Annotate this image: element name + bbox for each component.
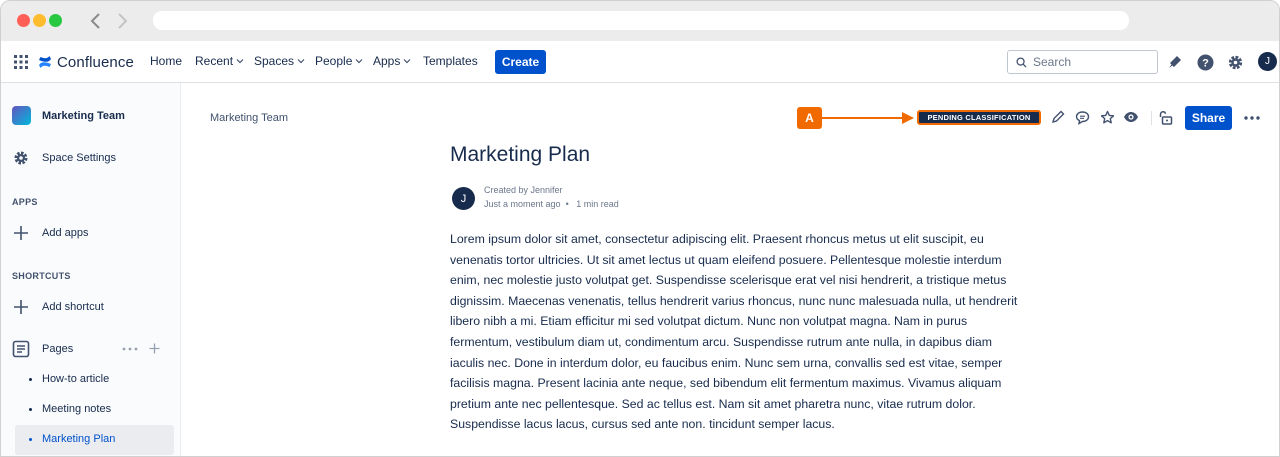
body-line: libero nibh a mi. Etiam efficitur mi sed… [450, 314, 968, 329]
body-line: Suspendisse lacus lacus, cursus sed ante… [450, 417, 835, 432]
share-button[interactable]: Share [1185, 106, 1232, 130]
body-line: pretium ante nec pellentesque. Sed ac te… [450, 396, 976, 411]
nav-templates[interactable]: Templates [423, 54, 478, 68]
body-line: Lorem ipsum dolor sit amet, consectetur … [450, 232, 984, 246]
sidebar: Marketing Team Space Settings APPS Add a… [1, 83, 181, 456]
search-input[interactable]: Search [1007, 50, 1158, 74]
page-tree-item[interactable]: How-to article [42, 373, 109, 385]
confluence-logo-icon [39, 56, 51, 68]
plus-icon [14, 226, 28, 240]
add-page-plus-icon[interactable] [149, 343, 160, 354]
create-button[interactable]: Create [495, 50, 546, 74]
bullet-icon [29, 438, 32, 441]
page-meta: Just a moment ago • 1 min read [484, 199, 619, 209]
nav-spaces-label: Spaces [254, 54, 295, 68]
confluence-logo[interactable]: Confluence [38, 53, 134, 71]
forward-arrow-icon[interactable] [111, 11, 131, 31]
star-icon[interactable] [1098, 108, 1116, 126]
comment-icon[interactable] [1073, 108, 1091, 126]
page-tree-item[interactable]: Marketing Plan [42, 433, 115, 445]
settings-gear-icon [14, 151, 28, 165]
sidebar-item-add-shortcut[interactable]: Add shortcut [42, 301, 104, 313]
space-avatar[interactable] [12, 106, 31, 125]
plus-icon [14, 300, 28, 314]
chevron-down-icon [355, 59, 363, 64]
edit-pencil-icon[interactable] [1049, 108, 1067, 126]
body-line: fermentum, vestibulum diam ut, condiment… [450, 334, 993, 349]
nav-home-label: Home [150, 54, 183, 68]
callout-marker: A [797, 107, 822, 129]
sidebar-item-pages[interactable]: Pages [42, 343, 73, 355]
sidebar-heading-shortcuts: SHORTCUTS [12, 271, 71, 281]
chevron-down-icon [297, 59, 305, 64]
body-line: venenatis tortor ultricies. Ut sit amet … [450, 252, 1002, 267]
chevron-down-icon [236, 59, 244, 64]
bullet-icon [29, 378, 32, 381]
nav-apps-label: Apps [373, 54, 401, 68]
body-line: facilisis magna. Present lacinia ante ne… [450, 376, 1002, 391]
classification-badge[interactable]: PENDING CLASSIFICATION [917, 110, 1041, 125]
nav-spaces[interactable]: Spaces [254, 54, 305, 68]
nav-templates-label: Templates [423, 54, 478, 68]
sidebar-item-space-settings[interactable]: Space Settings [42, 152, 116, 164]
browser-chrome [1, 1, 1279, 41]
page-title: Marketing Plan [450, 143, 591, 166]
body-line: iaculis nec. Done in interdum dolor, eu … [450, 355, 1003, 370]
nav-people-label: People [315, 54, 353, 68]
author-avatar[interactable]: J [452, 187, 475, 210]
nav-home[interactable]: Home [150, 54, 182, 68]
chevron-down-icon [403, 59, 411, 64]
help-icon[interactable]: ? [1195, 52, 1215, 72]
breadcrumb[interactable]: Marketing Team [210, 112, 288, 124]
watch-eye-icon[interactable] [1122, 108, 1140, 126]
top-navigation: Confluence Home Recent Spaces People App… [1, 41, 1279, 83]
bullet-icon [29, 408, 32, 411]
timestamp[interactable]: Just a moment ago [484, 199, 561, 209]
restrictions-lock-icon[interactable] [1156, 108, 1174, 126]
minimize-window-dot[interactable] [33, 14, 46, 27]
pages-document-icon [12, 340, 30, 358]
settings-gear-icon[interactable] [1225, 52, 1245, 72]
maximize-window-dot[interactable] [49, 14, 62, 27]
nav-apps[interactable]: Apps [373, 54, 411, 68]
more-options-icon[interactable] [122, 347, 138, 351]
sidebar-item-add-apps[interactable]: Add apps [42, 227, 88, 239]
read-time: 1 min read [576, 199, 619, 209]
notifications-icon[interactable] [1165, 52, 1185, 72]
search-placeholder: Search [1033, 55, 1072, 69]
svg-text:?: ? [1202, 57, 1209, 69]
body-line: enim, nec molestie justo volutpat get. S… [450, 273, 1007, 288]
app-switcher-icon[interactable] [14, 55, 28, 69]
sidebar-space-name[interactable]: Marketing Team [42, 110, 125, 122]
nav-recent-label: Recent [195, 54, 234, 68]
back-arrow-icon[interactable] [87, 11, 107, 31]
more-actions-icon[interactable] [1244, 116, 1260, 120]
page-body: Lorem ipsum dolor sit amet, consectetur … [450, 229, 1025, 435]
nav-people[interactable]: People [315, 54, 363, 68]
browser-window: Confluence Home Recent Spaces People App… [0, 0, 1280, 457]
callout-arrow-line [822, 117, 904, 119]
callout-arrow-head [902, 112, 914, 124]
close-window-dot[interactable] [17, 14, 30, 27]
sidebar-heading-apps: APPS [12, 197, 38, 207]
nav-recent[interactable]: Recent [195, 54, 244, 68]
created-by[interactable]: Created by Jennifer [484, 185, 563, 195]
meta-separator: • [563, 199, 574, 209]
search-icon [1016, 56, 1027, 68]
body-line: dignissim. Maecenas venenatis, tellus he… [450, 293, 1018, 308]
address-bar[interactable] [153, 11, 1129, 30]
brand-name: Confluence [57, 53, 134, 71]
page-tree-item[interactable]: Meeting notes [42, 403, 111, 415]
toolbar-divider [1151, 111, 1152, 125]
user-avatar[interactable]: J [1258, 52, 1277, 71]
